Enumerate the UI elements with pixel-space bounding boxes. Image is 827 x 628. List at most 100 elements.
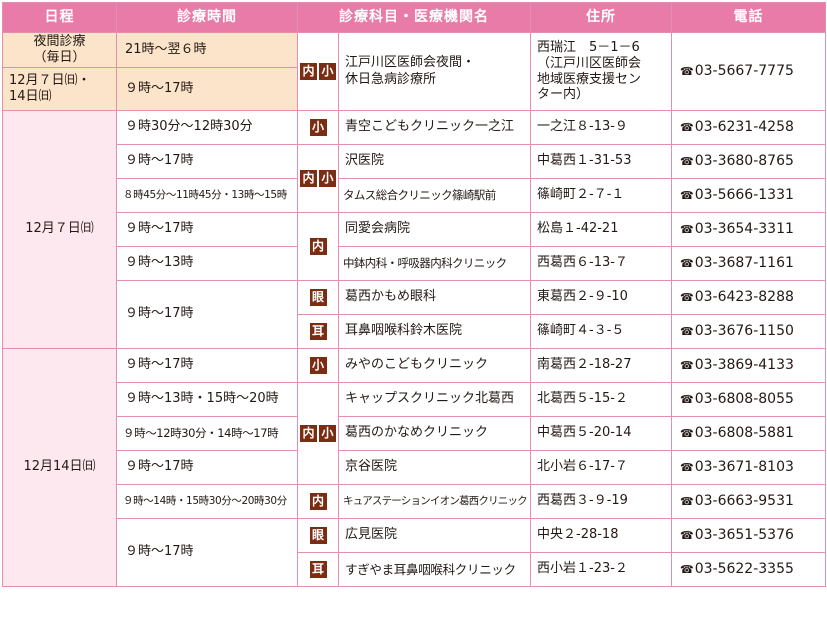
ophthalmology-badge: 眼 (309, 526, 327, 544)
address-cell: 北葛西５-15-２ (530, 382, 672, 417)
internal-medicine-badge: 内 (309, 492, 327, 510)
internal-medicine-badge: 内 (309, 237, 327, 255)
department-cell: 内小 (297, 32, 339, 111)
phone-number: 03-6231-4258 (694, 118, 794, 135)
clinic-name: 京谷医院 (338, 450, 531, 485)
pediatrics-badge: 小 (309, 118, 327, 136)
table-row: ９時～13時 中鉢内科・呼吸器内科クリニック 西葛西６-13-７ ☎03-368… (3, 246, 826, 281)
phone-icon: ☎ (680, 528, 694, 542)
schedule-cell: 12月７日㈰・ 14日㈰ (2, 67, 117, 111)
department-cell: 耳 (297, 314, 339, 349)
phone-number: 03-3676-1150 (694, 322, 794, 339)
phone-number: 03-5666-1331 (694, 186, 794, 203)
phone-cell: ☎03-3676-1150 (671, 314, 826, 349)
header-address: 住所 (530, 2, 672, 33)
phone-number: 03-3651-5376 (694, 526, 794, 543)
header-row: 日程 診療時間 診療科目・医療機関名 住所 電話 (2, 2, 826, 33)
phone-icon: ☎ (680, 358, 694, 372)
clinic-name: タムス総合クリニック篠崎駅前 (338, 178, 531, 213)
phone-icon: ☎ (680, 392, 694, 406)
phone-cell: ☎03-6231-4258 (671, 110, 826, 145)
phone-icon: ☎ (680, 154, 694, 168)
clinic-name: 広見医院 (338, 518, 531, 553)
department-cell: 内 (297, 212, 339, 281)
clinic-name: 中鉢内科・呼吸器内科クリニック (338, 246, 531, 281)
address-cell: 中央２-28-18 (530, 518, 672, 553)
clinic-name: 江戸川区医師会夜間・ 休日急病診療所 (338, 32, 531, 111)
ophthalmology-badge: 眼 (309, 288, 327, 306)
ent-badge: 耳 (309, 560, 327, 578)
phone-cell: ☎03-3680-8765 (671, 144, 826, 179)
address-cell: 篠崎町４-３-５ (530, 314, 672, 349)
phone-number: 03-6808-5881 (694, 424, 794, 441)
address-cell: 西小岩１-23-２ (530, 552, 672, 587)
phone-cell: ☎03-5666-1331 (671, 178, 826, 213)
phone-icon: ☎ (680, 324, 694, 338)
header-hours: 診療時間 (116, 2, 298, 33)
table-row: ９時～17時 内小 沢医院 中葛西１-31-53 ☎03-3680-8765 (3, 144, 826, 213)
schedule-date: 12月14日㈰ (2, 348, 117, 587)
phone-number: 03-3687-1161 (694, 254, 794, 271)
schedule-cell: 夜間診療 （毎日） (2, 32, 117, 68)
table-row: 12月７日㈰ ９時30分～12時30分 小 青空こどもクリニック一之江 一之江８… (2, 110, 826, 349)
address-cell: 中葛西１-31-53 (530, 144, 672, 179)
department-cell: 耳 (297, 552, 339, 587)
department-cell: 小 (297, 348, 339, 383)
phone-number: 03-6808-8055 (694, 390, 794, 407)
pediatrics-badge: 小 (319, 169, 336, 187)
phone-icon: ☎ (680, 426, 694, 440)
address-cell: 篠崎町２-７-１ (530, 178, 672, 213)
address-cell: 北小岩６-17-７ (530, 450, 672, 485)
clinic-name: すぎやま耳鼻咽喉科クリニック (338, 552, 531, 587)
phone-cell: ☎03-3869-4133 (671, 348, 826, 383)
phone-cell: ☎03-3671-8103 (671, 450, 826, 485)
phone-cell: ☎03-3651-5376 (671, 518, 826, 553)
phone-cell: ☎03-6808-8055 (671, 382, 826, 417)
address-cell: 東葛西２-９-10 (530, 280, 672, 315)
phone-icon: ☎ (680, 494, 694, 508)
phone-number: 03-3680-8765 (694, 152, 794, 169)
table-row: ８時45分～11時45分・13時～15時 タムス総合クリニック篠崎駅前 篠崎町２… (3, 178, 826, 213)
phone-icon: ☎ (680, 120, 694, 134)
table-row: ９時～17時 眼 葛西かもめ眼科 東葛西２-９-10 ☎03-6423-8288 (3, 280, 826, 349)
clinic-name: 同愛会病院 (338, 212, 531, 247)
address-cell: 西瑞江 5－1－6 （江戸川区医師会 地域医療支援セン ター内） (530, 32, 672, 111)
clinic-name: 沢医院 (338, 144, 531, 179)
hours-cell: ９時～17時 (116, 518, 298, 587)
address-cell: 南葛西２-18-27 (530, 348, 672, 383)
hours-cell: ９時～17時 (116, 280, 298, 349)
phone-number: 03-5622-3355 (694, 560, 794, 577)
address-cell: 松島１-42-21 (530, 212, 672, 247)
schedule-date: 12月７日㈰ (2, 110, 117, 349)
phone-number: 03-6423-8288 (694, 288, 794, 305)
phone-number: 03-5667-7775 (694, 62, 794, 79)
phone-icon: ☎ (680, 290, 694, 304)
hours-cell: ９時～17時 (116, 144, 298, 179)
pediatrics-badge: 小 (309, 356, 327, 374)
phone-icon: ☎ (680, 460, 694, 474)
phone-icon: ☎ (680, 64, 694, 78)
hours-cell: ９時30分～12時30分 (116, 110, 298, 145)
hours-cell: ９時～17時 (116, 348, 298, 383)
hours-cell: ９時～17時 (116, 212, 298, 247)
hours-cell: 21時～翌６時 (116, 32, 298, 68)
address-cell: 中葛西５-20-14 (530, 416, 672, 451)
clinic-name: 葛西かもめ眼科 (338, 280, 531, 315)
clinic-name: 青空こどもクリニック一之江 (338, 110, 531, 145)
address-cell: 一之江８-13-９ (530, 110, 672, 145)
clinic-name: 耳鼻咽喉科鈴木医院 (338, 314, 531, 349)
clinic-name: みやのこどもクリニック (338, 348, 531, 383)
hours-cell: ８時45分～11時45分・13時～15時 (116, 178, 298, 213)
hours-cell: ９時～17時 (116, 450, 298, 485)
header-phone: 電話 (671, 2, 826, 33)
hours-cell: ９時～13時 (116, 246, 298, 281)
phone-icon: ☎ (680, 222, 694, 236)
holiday-clinic-table: 日程 診療時間 診療科目・医療機関名 住所 電話 夜間診療 （毎日） 21時～翌… (2, 2, 826, 587)
department-cell: 眼 (297, 518, 339, 553)
hours-cell: ９時～13時・15時～20時 (116, 382, 298, 417)
phone-cell: ☎03-5667-7775 (671, 32, 826, 111)
address-cell: 西葛西３-９-19 (530, 484, 672, 519)
department-cell: 内 (297, 484, 339, 519)
phone-cell: ☎03-6663-9531 (671, 484, 826, 519)
hours-cell: ９時～17時 (116, 67, 298, 111)
